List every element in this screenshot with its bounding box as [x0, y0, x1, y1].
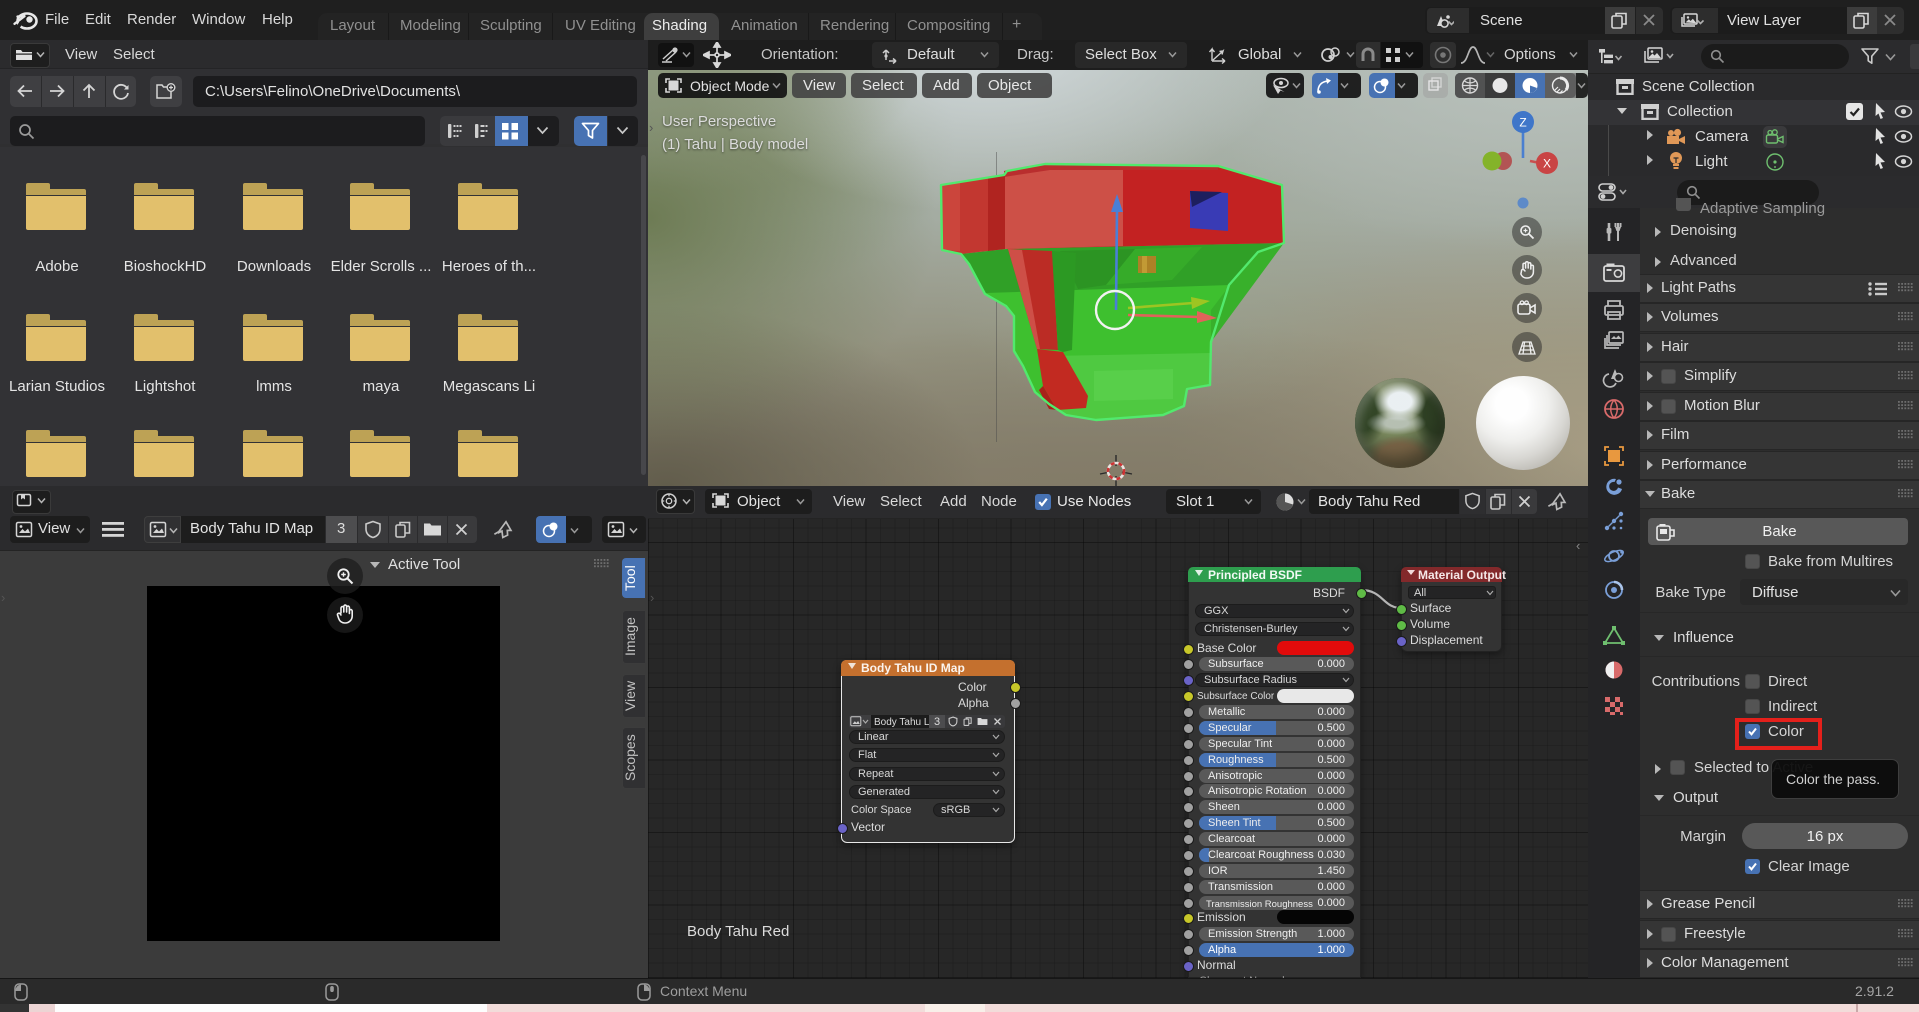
svg-text:Z: Z	[1519, 116, 1526, 130]
svg-text:X: X	[1543, 157, 1551, 171]
